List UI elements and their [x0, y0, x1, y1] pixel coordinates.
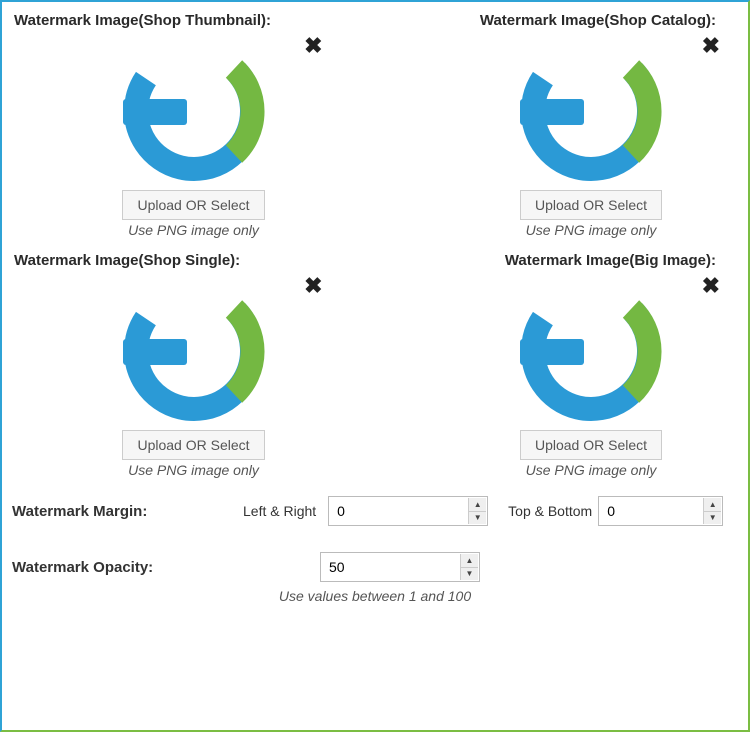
preview-wrap: ✖ Upload OR Select Use PNG image only	[69, 39, 319, 238]
upload-title: Watermark Image(Shop Thumbnail):	[14, 12, 373, 29]
upload-title: Watermark Image(Shop Catalog):	[377, 12, 736, 29]
decrement-icon[interactable]: ▼	[468, 511, 486, 525]
watermark-logo-icon	[109, 39, 279, 184]
upload-hint: Use PNG image only	[466, 222, 716, 238]
upload-select-button[interactable]: Upload OR Select	[520, 430, 662, 460]
opacity-label: Watermark Opacity:	[12, 559, 237, 576]
upload-select-button[interactable]: Upload OR Select	[122, 430, 264, 460]
decrement-icon[interactable]: ▼	[703, 511, 721, 525]
opacity-hint: Use values between 1 and 100	[12, 588, 738, 604]
preview-wrap: ✖ Upload OR Select Use PNG image only	[466, 39, 716, 238]
number-spinner: ▲ ▼	[468, 498, 486, 524]
decrement-icon[interactable]: ▼	[460, 567, 478, 581]
upload-title: Watermark Image(Big Image):	[377, 252, 736, 269]
watermark-margin-row: Watermark Margin: Left & Right ▲ ▼ Top &…	[12, 492, 738, 530]
opacity-input[interactable]	[321, 553, 479, 581]
remove-image-icon[interactable]: ✖	[304, 35, 322, 57]
margin-label: Watermark Margin:	[12, 503, 237, 520]
increment-icon[interactable]: ▲	[703, 498, 721, 511]
increment-icon[interactable]: ▲	[468, 498, 486, 511]
upload-hint: Use PNG image only	[69, 462, 319, 478]
margin-left-right-input[interactable]	[329, 497, 487, 525]
upload-cell-single: Watermark Image(Shop Single): ✖ Upload O…	[12, 250, 375, 490]
upload-row-1: Watermark Image(Shop Thumbnail): ✖ Uploa…	[12, 10, 738, 250]
margin-left-right-label: Left & Right	[243, 503, 322, 519]
preview-wrap: ✖ Upload OR Select Use PNG image only	[466, 279, 716, 478]
number-spinner: ▲ ▼	[703, 498, 721, 524]
upload-select-button[interactable]: Upload OR Select	[122, 190, 264, 220]
upload-cell-big: Watermark Image(Big Image): ✖ Upload OR …	[375, 250, 738, 490]
upload-cell-catalog: Watermark Image(Shop Catalog): ✖ Upload …	[375, 10, 738, 250]
upload-title: Watermark Image(Shop Single):	[14, 252, 373, 269]
watermark-logo-icon	[109, 279, 279, 424]
remove-image-icon[interactable]: ✖	[304, 275, 322, 297]
upload-hint: Use PNG image only	[466, 462, 716, 478]
number-spinner: ▲ ▼	[460, 554, 478, 580]
watermark-settings-panel: Watermark Image(Shop Thumbnail): ✖ Uploa…	[0, 0, 750, 732]
watermark-opacity-row: Watermark Opacity: ▲ ▼	[12, 548, 738, 586]
preview-wrap: ✖ Upload OR Select Use PNG image only	[69, 279, 319, 478]
upload-hint: Use PNG image only	[69, 222, 319, 238]
upload-cell-thumb: Watermark Image(Shop Thumbnail): ✖ Uploa…	[12, 10, 375, 250]
remove-image-icon[interactable]: ✖	[702, 35, 720, 57]
margin-top-bottom-field: ▲ ▼	[598, 496, 723, 526]
watermark-logo-icon	[506, 39, 676, 184]
increment-icon[interactable]: ▲	[460, 554, 478, 567]
margin-left-right-field: ▲ ▼	[328, 496, 488, 526]
upload-row-2: Watermark Image(Shop Single): ✖ Upload O…	[12, 250, 738, 490]
upload-select-button[interactable]: Upload OR Select	[520, 190, 662, 220]
opacity-field: ▲ ▼	[320, 552, 480, 582]
margin-top-bottom-label: Top & Bottom	[504, 503, 598, 519]
watermark-logo-icon	[506, 279, 676, 424]
remove-image-icon[interactable]: ✖	[702, 275, 720, 297]
margin-top-bottom-group: Top & Bottom ▲ ▼	[504, 496, 723, 526]
